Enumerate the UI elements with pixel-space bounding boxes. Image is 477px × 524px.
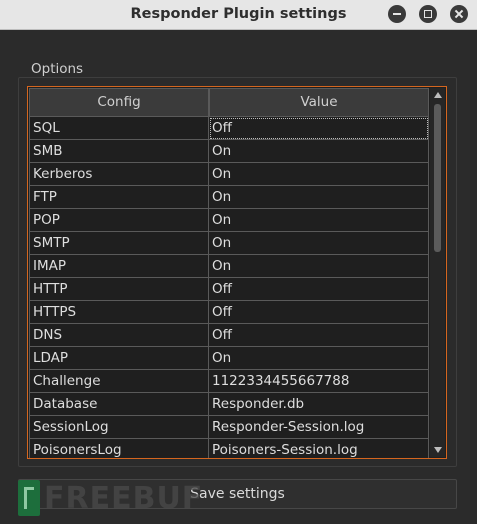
options-table[interactable]: Config Value SQL Off SMB On Kerberos On FTP On P… [27, 86, 447, 459]
config-cell[interactable]: PoisonersLog [29, 439, 209, 458]
table-row[interactable]: SessionLog Responder-Session.log [29, 416, 429, 439]
table-header: Config Value [29, 88, 429, 117]
table-row[interactable]: FTP On [29, 186, 429, 209]
table-row[interactable]: HTTP Off [29, 278, 429, 301]
config-cell[interactable]: SMB [29, 140, 209, 163]
column-header-value[interactable]: Value [209, 88, 429, 117]
config-cell[interactable]: DNS [29, 324, 209, 347]
value-cell[interactable]: On [209, 255, 429, 278]
value-cell[interactable]: Off [209, 278, 429, 301]
minimize-icon[interactable] [388, 5, 406, 23]
save-settings-button[interactable]: Save settings [18, 479, 457, 509]
config-cell[interactable]: SMTP [29, 232, 209, 255]
table-row[interactable]: SMB On [29, 140, 429, 163]
config-cell[interactable]: HTTPS [29, 301, 209, 324]
value-cell[interactable]: On [209, 232, 429, 255]
config-cell[interactable]: HTTP [29, 278, 209, 301]
value-cell[interactable]: On [209, 186, 429, 209]
value-cell[interactable]: Off [209, 301, 429, 324]
value-cell[interactable]: Off [209, 117, 429, 140]
column-header-config[interactable]: Config [29, 88, 209, 117]
value-cell[interactable]: On [209, 209, 429, 232]
config-cell[interactable]: IMAP [29, 255, 209, 278]
config-cell[interactable]: POP [29, 209, 209, 232]
title-bar: Responder Plugin settings [0, 0, 477, 30]
table-row[interactable]: PoisonersLog Poisoners-Session.log [29, 439, 429, 458]
maximize-icon[interactable] [419, 5, 437, 23]
value-cell[interactable]: Poisoners-Session.log [209, 439, 429, 458]
table-row[interactable]: LDAP On [29, 347, 429, 370]
config-cell[interactable]: SessionLog [29, 416, 209, 439]
table-row[interactable]: SMTP On [29, 232, 429, 255]
scroll-down-arrow-icon[interactable] [430, 443, 445, 457]
config-cell[interactable]: SQL [29, 117, 209, 140]
table-row[interactable]: Challenge 1122334455667788 [29, 370, 429, 393]
scrollbar-thumb[interactable] [434, 104, 441, 252]
config-cell[interactable]: Challenge [29, 370, 209, 393]
value-cell[interactable]: On [209, 140, 429, 163]
value-cell[interactable]: On [209, 347, 429, 370]
table-body: SQL Off SMB On Kerberos On FTP On POP On SMTP On IMA… [29, 117, 429, 458]
vertical-scrollbar[interactable] [430, 88, 445, 457]
config-cell[interactable]: Kerberos [29, 163, 209, 186]
options-group-label: Options [29, 61, 86, 77]
table-row[interactable]: POP On [29, 209, 429, 232]
close-icon[interactable] [450, 5, 468, 23]
config-cell[interactable]: Database [29, 393, 209, 416]
value-cell[interactable]: 1122334455667788 [209, 370, 429, 393]
table-row[interactable]: DNS Off [29, 324, 429, 347]
config-cell[interactable]: FTP [29, 186, 209, 209]
scroll-up-arrow-icon[interactable] [430, 88, 445, 102]
value-cell[interactable]: Off [209, 324, 429, 347]
table-row[interactable]: Kerberos On [29, 163, 429, 186]
table-row[interactable]: Database Responder.db [29, 393, 429, 416]
config-cell[interactable]: LDAP [29, 347, 209, 370]
table-row[interactable]: HTTPS Off [29, 301, 429, 324]
value-cell[interactable]: On [209, 163, 429, 186]
table-row[interactable]: SQL Off [29, 117, 429, 140]
value-cell[interactable]: Responder.db [209, 393, 429, 416]
value-cell[interactable]: Responder-Session.log [209, 416, 429, 439]
table-row[interactable]: IMAP On [29, 255, 429, 278]
